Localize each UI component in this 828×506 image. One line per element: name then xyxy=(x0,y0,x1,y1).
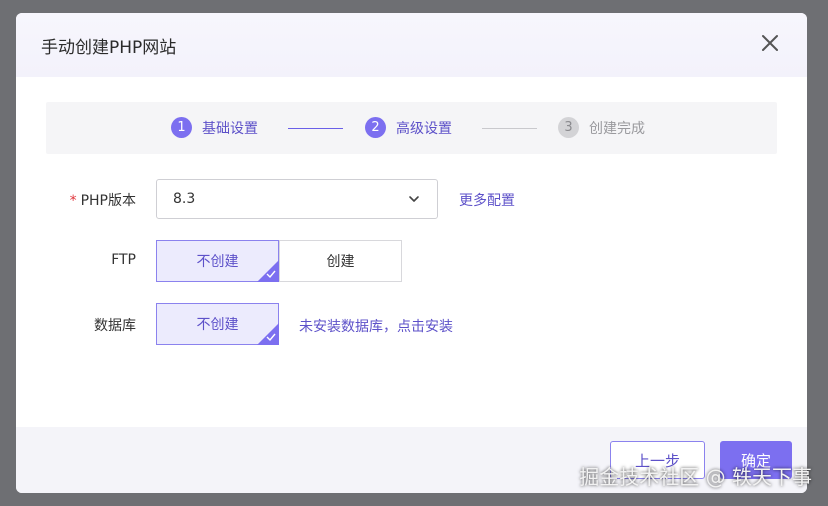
ftp-option-create[interactable]: 创建 xyxy=(279,240,402,282)
step-advanced-settings: 2 高级设置 xyxy=(365,117,452,138)
option-label: 不创建 xyxy=(196,317,239,333)
step-connector xyxy=(288,128,343,129)
step-label: 高级设置 xyxy=(396,120,452,137)
php-version-value: 8.3 xyxy=(173,191,196,207)
database-option-no-create[interactable]: 不创建 xyxy=(156,303,279,345)
step-label: 基础设置 xyxy=(202,120,258,137)
php-version-select[interactable]: 8.3 xyxy=(156,179,438,219)
step-label: 创建完成 xyxy=(589,120,645,137)
php-version-label-text: PHP版本 xyxy=(80,193,136,209)
dialog-header: 手动创建PHP网站 xyxy=(16,13,807,77)
ftp-option-no-create[interactable]: 不创建 xyxy=(156,240,279,282)
more-config-link[interactable]: 更多配置 xyxy=(459,190,515,210)
create-php-site-dialog: 手动创建PHP网站 1 基础设置 2 高级设置 3 创建完成 * PHP版本 8.… xyxy=(16,13,807,493)
required-mark: * xyxy=(69,193,77,209)
step-indicator: 1 基础设置 2 高级设置 3 创建完成 xyxy=(46,102,777,154)
close-button[interactable] xyxy=(758,31,782,55)
option-label: 不创建 xyxy=(196,254,239,270)
install-database-link[interactable]: 未安装数据库，点击安装 xyxy=(299,316,453,336)
check-icon xyxy=(266,333,276,342)
ftp-label: FTP xyxy=(111,252,136,268)
step-number: 2 xyxy=(365,117,386,138)
step-connector xyxy=(482,128,537,129)
step-number: 3 xyxy=(558,117,579,138)
php-version-label: * PHP版本 xyxy=(16,190,136,210)
option-label: 创建 xyxy=(326,254,355,270)
close-icon xyxy=(762,35,778,51)
chevron-down-icon xyxy=(409,196,419,202)
watermark: 掘金技术社区 @ 轶天下事 xyxy=(579,465,812,489)
check-icon xyxy=(266,270,276,279)
step-complete: 3 创建完成 xyxy=(558,117,645,138)
step-number: 1 xyxy=(171,117,192,138)
dialog-title: 手动创建PHP网站 xyxy=(41,38,177,58)
step-basic-settings: 1 基础设置 xyxy=(171,117,258,138)
database-label: 数据库 xyxy=(94,318,136,334)
